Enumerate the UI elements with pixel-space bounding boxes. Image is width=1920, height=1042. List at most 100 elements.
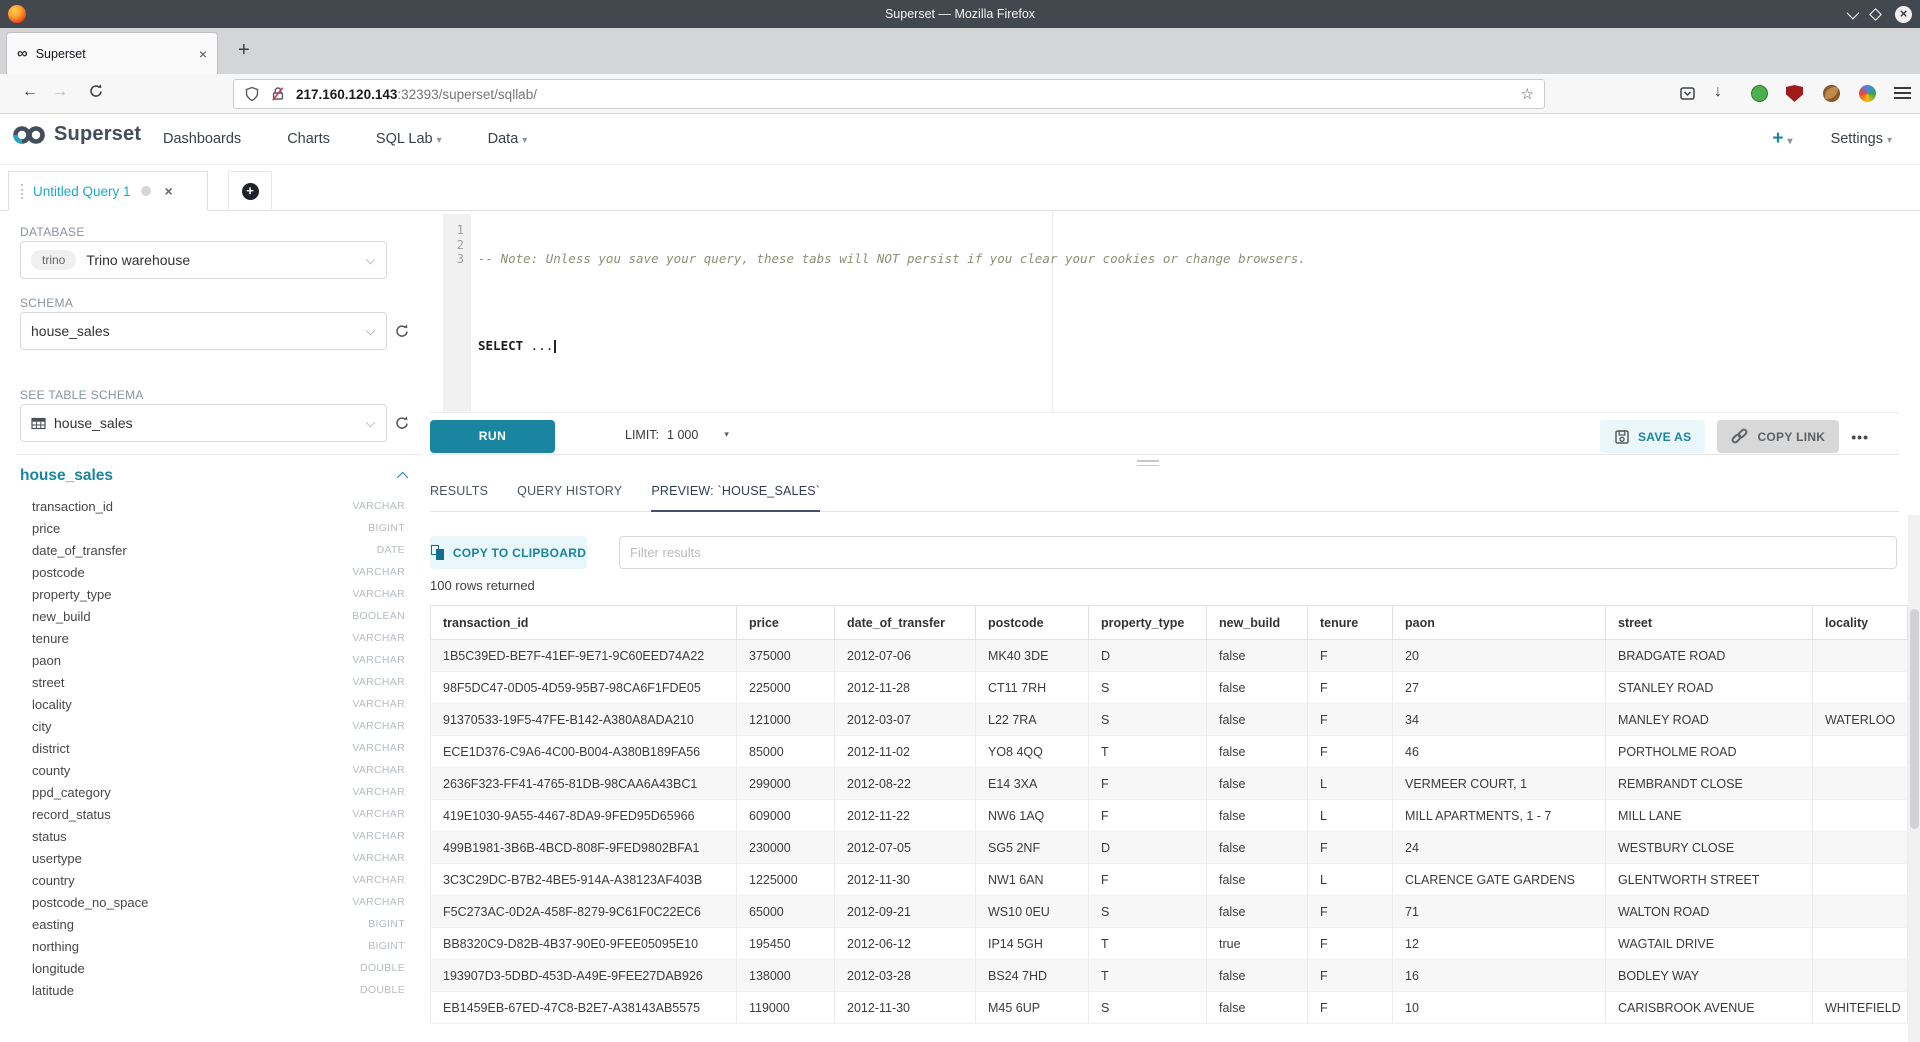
- cookie-extension-icon[interactable]: [1823, 85, 1840, 102]
- insecure-lock-icon[interactable]: [270, 86, 286, 102]
- nav-item-data[interactable]: Data▾: [488, 131, 528, 147]
- schema-column-row[interactable]: locality VARCHAR: [20, 693, 405, 715]
- schema-column-row[interactable]: street VARCHAR: [20, 671, 405, 693]
- schema-column-row[interactable]: city VARCHAR: [20, 715, 405, 737]
- url-bar[interactable]: 217.160.120.143:32393/superset/sqllab/ ☆: [233, 79, 1545, 109]
- resize-grip[interactable]: [1137, 460, 1159, 469]
- query-tabs-bar: Untitled Query 1 × +: [0, 165, 1920, 211]
- refresh-table-icon[interactable]: [394, 415, 410, 431]
- table-header-cell[interactable]: paon: [1393, 606, 1606, 640]
- table-header-cell[interactable]: price: [737, 606, 835, 640]
- extension-icon-pinwheel[interactable]: [1859, 85, 1876, 102]
- schema-column-row[interactable]: country VARCHAR: [20, 869, 405, 891]
- settings-menu[interactable]: Settings▾: [1831, 131, 1892, 147]
- table-cell: true: [1207, 928, 1308, 960]
- schema-column-row[interactable]: easting BIGINT: [20, 913, 405, 935]
- schema-column-row[interactable]: new_build BOOLEAN: [20, 605, 405, 627]
- schema-column-row[interactable]: longitude DOUBLE: [20, 957, 405, 979]
- sql-editor[interactable]: 1 2 3 -- Note: Unless you save your quer…: [430, 211, 1899, 413]
- table-header-cell[interactable]: new_build: [1207, 606, 1308, 640]
- table-header-cell[interactable]: property_type: [1089, 606, 1207, 640]
- schema-column-row[interactable]: status VARCHAR: [20, 825, 405, 847]
- window-close-icon[interactable]: ×: [1895, 6, 1912, 23]
- table-cell: 2012-11-30: [835, 864, 976, 896]
- window-minimize-icon[interactable]: [1847, 6, 1860, 19]
- tab-results[interactable]: RESULTS: [430, 469, 488, 512]
- column-type: VARCHAR: [352, 764, 405, 776]
- table-cell: 98F5DC47-0D05-4D59-95B7-98CA6F1FDE05: [431, 672, 737, 704]
- table-header-cell[interactable]: tenure: [1308, 606, 1393, 640]
- menu-icon[interactable]: [1894, 87, 1911, 104]
- filter-results-input[interactable]: [619, 536, 1897, 569]
- schema-column-row[interactable]: postcode_no_space VARCHAR: [20, 891, 405, 913]
- editor-code[interactable]: -- Note: Unless you save your query, the…: [478, 214, 1899, 412]
- table-cell: 499B1981-3B6B-4BCD-808F-9FED9802BFA1: [431, 832, 737, 864]
- column-name: status: [32, 829, 67, 844]
- copy-link-button[interactable]: COPY LINK: [1717, 420, 1839, 453]
- ublock-icon[interactable]: [1786, 85, 1803, 102]
- table-header-cell[interactable]: transaction_id: [431, 606, 737, 640]
- chevron-up-icon[interactable]: [397, 472, 408, 483]
- schema-column-row[interactable]: tenure VARCHAR: [20, 627, 405, 649]
- query-tab-close-icon[interactable]: ×: [165, 183, 173, 199]
- drag-handle-icon[interactable]: [21, 184, 23, 199]
- schema-column-row[interactable]: ppd_category VARCHAR: [20, 781, 405, 803]
- table-schema-header[interactable]: house_sales: [20, 467, 408, 485]
- nav-item-dashboards[interactable]: Dashboards: [163, 131, 241, 147]
- column-name: country: [32, 873, 75, 888]
- table-cell: WAGTAIL DRIVE: [1606, 928, 1813, 960]
- schema-column-row[interactable]: paon VARCHAR: [20, 649, 405, 671]
- schema-select[interactable]: house_sales: [20, 312, 387, 350]
- superset-navbar: Superset Dashboards Charts SQL Lab▾ Data…: [0, 114, 1920, 165]
- table-header-cell[interactable]: locality: [1813, 606, 1908, 640]
- browser-tab[interactable]: ∞ Superset ×: [6, 32, 218, 74]
- schema-column-row[interactable]: price BIGINT: [20, 517, 405, 539]
- limit-dropdown[interactable]: LIMIT: 1 000 ▾: [625, 414, 729, 455]
- schema-column-row[interactable]: county VARCHAR: [20, 759, 405, 781]
- schema-column-row[interactable]: usertype VARCHAR: [20, 847, 405, 869]
- schema-column-row[interactable]: date_of_transfer DATE: [20, 539, 405, 561]
- add-new-button[interactable]: +▾: [1772, 128, 1792, 150]
- vertical-scrollbar[interactable]: [1908, 515, 1920, 1042]
- tab-preview-house-sales[interactable]: PREVIEW: `HOUSE_SALES`: [651, 469, 820, 512]
- schema-column-row[interactable]: property_type VARCHAR: [20, 583, 405, 605]
- extension-icon-green[interactable]: [1751, 85, 1768, 102]
- schema-column-row[interactable]: district VARCHAR: [20, 737, 405, 759]
- tab-query-history[interactable]: QUERY HISTORY: [517, 469, 622, 512]
- window-maximize-icon[interactable]: [1869, 8, 1882, 21]
- superset-logo[interactable]: Superset: [12, 123, 141, 146]
- schema-column-row[interactable]: northing BIGINT: [20, 935, 405, 957]
- schema-column-row[interactable]: transaction_id VARCHAR: [20, 495, 405, 517]
- copy-to-clipboard-button[interactable]: COPY TO CLIPBOARD: [430, 536, 587, 569]
- bookmark-star-icon[interactable]: ☆: [1521, 85, 1534, 103]
- schema-column-row[interactable]: record_status VARCHAR: [20, 803, 405, 825]
- save-as-button[interactable]: SAVE AS: [1600, 420, 1705, 453]
- table-header-cell[interactable]: postcode: [976, 606, 1089, 640]
- new-tab-button[interactable]: +: [238, 40, 250, 60]
- download-icon[interactable]: ↓: [1714, 83, 1722, 101]
- forward-button[interactable]: →: [52, 83, 68, 101]
- nav-item-sql-lab[interactable]: SQL Lab▾: [376, 131, 442, 147]
- pocket-icon[interactable]: [1679, 85, 1696, 102]
- table-header-cell[interactable]: street: [1606, 606, 1813, 640]
- tracking-shield-icon[interactable]: [244, 86, 260, 102]
- run-button[interactable]: RUN: [430, 420, 555, 453]
- scrollbar-thumb[interactable]: [1910, 609, 1919, 829]
- schema-column-row[interactable]: latitude DOUBLE: [20, 979, 405, 1001]
- database-select[interactable]: trino Trino warehouse: [20, 241, 387, 279]
- back-button[interactable]: ←: [22, 83, 38, 101]
- table-cell: NW6 1AQ: [976, 800, 1089, 832]
- refresh-schema-icon[interactable]: [394, 323, 410, 339]
- tab-close-icon[interactable]: ×: [199, 46, 207, 62]
- table-select[interactable]: house_sales: [20, 404, 387, 442]
- table-cell: 20: [1393, 640, 1606, 672]
- schema-column-row[interactable]: postcode VARCHAR: [20, 561, 405, 583]
- nav-item-charts[interactable]: Charts: [287, 131, 330, 147]
- add-query-tab-button[interactable]: +: [228, 171, 272, 211]
- column-name: district: [32, 741, 70, 756]
- reload-button[interactable]: [88, 83, 104, 99]
- table-cell: IP14 5GH: [976, 928, 1089, 960]
- query-tab-untitled[interactable]: Untitled Query 1 ×: [8, 171, 208, 211]
- more-options-button[interactable]: •••: [1851, 429, 1869, 445]
- table-header-cell[interactable]: date_of_transfer: [835, 606, 976, 640]
